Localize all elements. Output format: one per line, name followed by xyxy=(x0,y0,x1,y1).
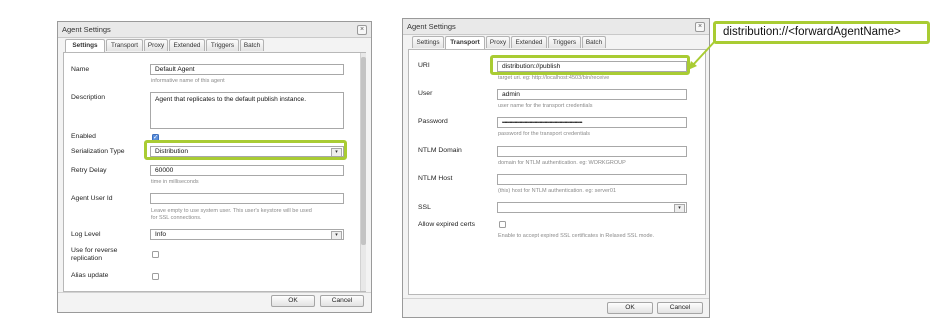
user-label: User xyxy=(418,90,433,97)
dialog-titlebar[interactable]: Agent Settings × xyxy=(403,19,709,35)
cancel-button[interactable]: Cancel xyxy=(320,295,364,307)
dialog-footer xyxy=(403,298,709,299)
close-icon[interactable]: × xyxy=(357,25,367,35)
tab-settings[interactable]: Settings xyxy=(412,36,444,48)
ntlm-domain-field[interactable] xyxy=(497,146,687,157)
ok-button[interactable]: OK xyxy=(607,302,653,314)
ntlm-host-hint: (this) host for NTLM authentication. eg:… xyxy=(498,188,616,194)
serialization-type-label: Serialization Type xyxy=(71,148,125,155)
settings-panel: Name Default Agent informative name of t… xyxy=(63,52,366,292)
tab-extended[interactable]: Extended xyxy=(169,39,205,51)
agent-user-id-hint-line2: for SSL connections. xyxy=(151,215,202,221)
allow-expired-certs-checkbox[interactable] xyxy=(499,221,506,228)
scrollbar-thumb[interactable] xyxy=(361,57,366,245)
enabled-label: Enabled xyxy=(71,133,96,140)
agent-user-id-hint: Leave empty to use system user. This use… xyxy=(151,208,312,214)
log-level-value: Info xyxy=(155,231,166,238)
tab-triggers[interactable]: Triggers xyxy=(548,36,581,48)
alias-update-checkbox[interactable] xyxy=(152,273,159,280)
uri-hint: target uri. eg: http://localhost:4503/bi… xyxy=(498,75,610,81)
ok-button[interactable]: OK xyxy=(271,295,315,307)
user-hint: user name for the transport credentials xyxy=(498,103,593,109)
log-level-select[interactable]: Info ▾ xyxy=(150,229,344,240)
tab-transport[interactable]: Transport xyxy=(106,39,143,51)
log-level-label: Log Level xyxy=(71,231,101,238)
agent-user-id-label: Agent User Id xyxy=(71,195,113,202)
tab-proxy[interactable]: Proxy xyxy=(486,36,510,48)
tab-triggers[interactable]: Triggers xyxy=(206,39,239,51)
tab-batch[interactable]: Batch xyxy=(240,39,264,51)
reverse-replication-checkbox[interactable] xyxy=(152,251,159,258)
dialog-footer xyxy=(58,292,371,293)
tab-batch[interactable]: Batch xyxy=(582,36,606,48)
scrollbar[interactable] xyxy=(360,53,366,291)
allow-expired-certs-hint: Enable to accept expired SSL certificate… xyxy=(498,233,655,239)
callout-text: distribution://<forwardAgentName> xyxy=(723,26,901,38)
description-label: Description xyxy=(71,94,105,101)
uri-label: URI xyxy=(418,62,430,69)
retry-delay-hint: time in milliseconds xyxy=(151,179,199,185)
transport-panel: URI distribution://publish target uri. e… xyxy=(408,49,706,295)
allow-expired-certs-label: Allow expired certs xyxy=(418,221,476,228)
ssl-select[interactable]: ▾ xyxy=(497,202,687,213)
dialog-title: Agent Settings xyxy=(62,25,111,34)
description-field[interactable]: Agent that replicates to the default pub… xyxy=(150,92,344,129)
ssl-label: SSL xyxy=(418,204,431,211)
password-label: Password xyxy=(418,118,448,125)
uri-highlight xyxy=(490,55,690,75)
dialog-title: Agent Settings xyxy=(407,22,456,31)
retry-delay-label: Retry Delay xyxy=(71,167,107,174)
ntlm-domain-hint: domain for NTLM authentication. eg: WORK… xyxy=(498,160,626,166)
cancel-button[interactable]: Cancel xyxy=(657,302,703,314)
agent-user-id-field[interactable] xyxy=(150,193,344,204)
serialization-type-highlight xyxy=(144,140,347,160)
agent-settings-dialog-settings: Agent Settings × Settings Transport Prox… xyxy=(57,21,372,313)
name-label: Name xyxy=(71,66,90,73)
chevron-down-icon[interactable]: ▾ xyxy=(331,231,342,240)
tab-proxy[interactable]: Proxy xyxy=(144,39,168,51)
password-field[interactable]: ••••••••••••••••••••••••••••••••••••••••… xyxy=(497,117,687,128)
tab-strip: Settings Transport Proxy Extended Trigge… xyxy=(63,39,368,53)
alias-update-label: Alias update xyxy=(71,272,109,279)
ntlm-domain-label: NTLM Domain xyxy=(418,147,462,154)
ntlm-host-label: NTLM Host xyxy=(418,175,453,182)
reverse-replication-label-line2: replication xyxy=(71,255,102,262)
tab-settings[interactable]: Settings xyxy=(65,39,105,52)
tab-transport[interactable]: Transport xyxy=(445,36,485,49)
password-hint: password for the transport credentials xyxy=(498,131,591,137)
user-field[interactable]: admin xyxy=(497,89,687,100)
tab-strip: Settings Transport Proxy Extended Trigge… xyxy=(408,36,708,50)
chevron-down-icon[interactable]: ▾ xyxy=(674,204,685,213)
callout-box: distribution://<forwardAgentName> xyxy=(713,21,930,44)
name-field[interactable]: Default Agent xyxy=(150,64,344,75)
dialog-titlebar[interactable]: Agent Settings × xyxy=(58,22,371,38)
ntlm-host-field[interactable] xyxy=(497,174,687,185)
name-hint: informative name of this agent xyxy=(151,78,225,84)
reverse-replication-label: Use for reverse xyxy=(71,247,118,254)
retry-delay-field[interactable]: 60000 xyxy=(150,165,344,176)
tab-extended[interactable]: Extended xyxy=(511,36,547,48)
